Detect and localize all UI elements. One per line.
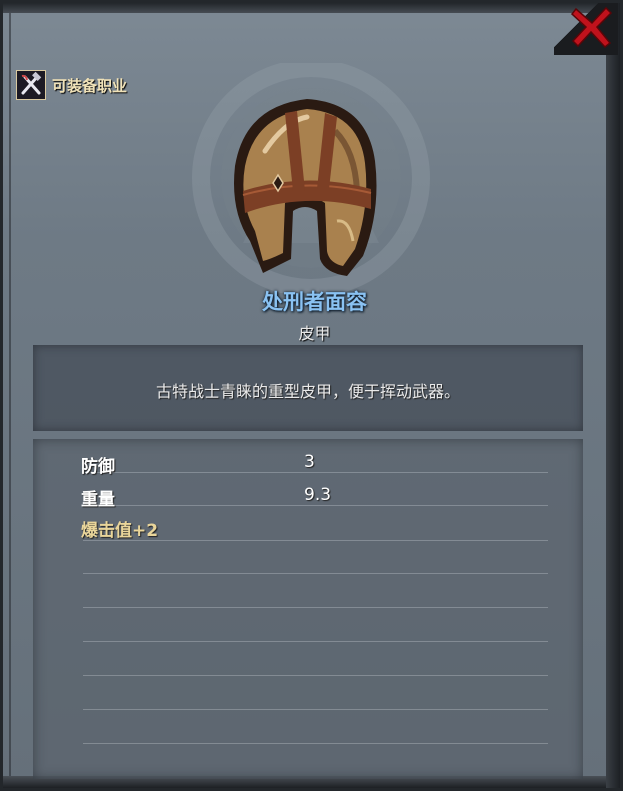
close-x-icon: [570, 6, 613, 49]
close-button[interactable]: [554, 3, 618, 55]
stat-divider: [83, 709, 548, 710]
equippable-class-label: 可装备职业: [52, 77, 128, 95]
stat-divider: [83, 573, 548, 574]
stat-divider: [83, 743, 548, 744]
stat-row-defense: 防御 3: [81, 452, 541, 478]
stat-value: 3: [304, 452, 315, 472]
frame-right: [606, 3, 620, 788]
item-detail-panel: 可装备职业 处刑者面容 皮甲 古特战士青睐的重型皮甲，便于挥动武器。 防御 3 …: [0, 0, 623, 791]
stat-divider: [83, 675, 548, 676]
crossed-tools-icon[interactable]: [16, 70, 46, 100]
stat-row-weight: 重量 9.3: [81, 485, 541, 511]
stat-value: 9.3: [304, 485, 332, 505]
description-box: 古特战士青睐的重型皮甲，便于挥动武器。: [33, 345, 583, 431]
crit-bonus: 爆击值+2: [81, 521, 159, 541]
stat-label: 重量: [81, 490, 115, 510]
item-name: 处刑者面容: [262, 290, 367, 314]
stat-label: 防御: [81, 457, 115, 477]
stat-divider: [83, 607, 548, 608]
item-type: 皮甲: [298, 324, 331, 343]
stats-box: 防御 3 重量 9.3 爆击值+2: [33, 439, 583, 779]
stat-divider: [83, 641, 548, 642]
item-description: 古特战士青睐的重型皮甲，便于挥动武器。: [155, 382, 460, 401]
frame-top: [3, 3, 620, 13]
leather-helmet-icon: [234, 99, 377, 276]
